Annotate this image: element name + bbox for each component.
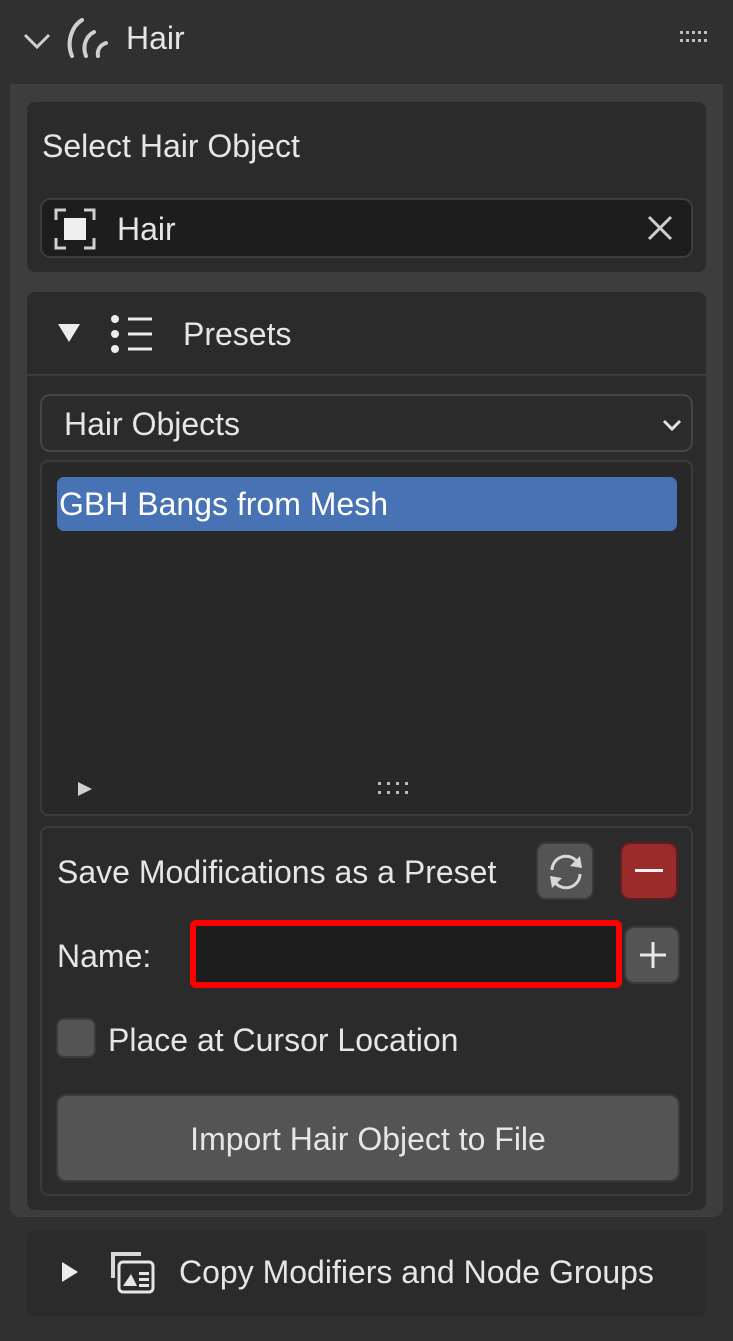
minus-icon	[635, 869, 663, 873]
chevron-down-icon[interactable]	[22, 30, 52, 52]
presets-box: Presets Hair Objects GBH Bangs from Mesh…	[27, 292, 706, 1210]
triangle-down-icon[interactable]	[56, 322, 82, 344]
place-at-cursor-checkbox[interactable]	[56, 1018, 96, 1058]
copy-modifiers-title: Copy Modifiers and Node Groups	[179, 1254, 654, 1290]
select-hair-box: Select Hair Object Hair	[27, 102, 706, 272]
preset-category-value: Hair Objects	[64, 406, 241, 442]
refresh-icon	[546, 852, 586, 892]
expand-filter-icon[interactable]	[76, 780, 94, 798]
refresh-button[interactable]	[536, 842, 594, 900]
preset-category-dropdown[interactable]: Hair Objects	[40, 394, 693, 452]
name-input[interactable]	[190, 920, 622, 988]
add-preset-button[interactable]	[624, 926, 680, 984]
import-hair-object-label: Import Hair Object to File	[190, 1121, 546, 1157]
panel-title: Hair	[126, 20, 185, 56]
chevron-down-icon	[662, 418, 682, 432]
hair-object-value: Hair	[117, 211, 176, 247]
save-preset-title: Save Modifications as a Preset	[57, 854, 497, 890]
select-hair-title: Select Hair Object	[42, 128, 300, 164]
presets-title: Presets	[183, 316, 292, 352]
clear-icon[interactable]	[646, 214, 674, 242]
drag-handle-icon[interactable]	[680, 31, 710, 45]
presets-header[interactable]: Presets	[27, 292, 706, 376]
copy-modifiers-panel[interactable]: Copy Modifiers and Node Groups	[27, 1230, 706, 1316]
list-item[interactable]: GBH Bangs from Mesh	[57, 477, 677, 531]
triangle-right-icon[interactable]	[60, 1260, 80, 1284]
place-at-cursor-label[interactable]: Place at Cursor Location	[108, 1024, 458, 1056]
remove-preset-button[interactable]	[620, 842, 678, 900]
preset-list[interactable]: GBH Bangs from Mesh	[40, 460, 693, 816]
hair-object-field[interactable]: Hair	[40, 198, 693, 258]
resize-grip-icon[interactable]	[378, 782, 412, 796]
hair-icon	[64, 16, 112, 60]
list-item-label: GBH Bangs from Mesh	[59, 486, 388, 522]
plus-icon	[639, 941, 667, 969]
list-icon	[110, 314, 154, 354]
panel-header[interactable]: Hair	[0, 0, 733, 84]
save-preset-section: Save Modifications as a Preset Name: Pla…	[40, 826, 693, 1196]
modifier-icon	[109, 1250, 155, 1294]
import-hair-object-button[interactable]: Import Hair Object to File	[56, 1094, 680, 1182]
name-label: Name:	[57, 938, 152, 974]
object-icon	[54, 208, 96, 250]
